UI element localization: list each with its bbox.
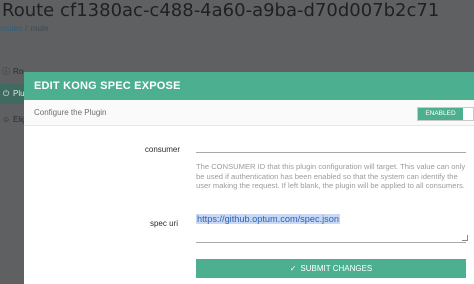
consumer-help-text: The CONSUMER ID that this plugin configu… [196,162,466,190]
sidebar-item-plugins[interactable]: ⏻Plugins [0,84,24,104]
sidebar-item-eligible-consumers[interactable]: ☺Eligible consumers [0,110,24,130]
sidebar-item-label: Plugins [13,89,24,98]
edit-plugin-modal: EDIT KONG SPEC EXPOSE Configure the Plug… [24,72,474,284]
enabled-toggle-label: ENABLED [418,108,463,120]
submit-label: SUBMIT CHANGES [300,264,373,273]
modal-title: EDIT KONG SPEC EXPOSE [24,72,474,100]
consumer-field[interactable] [196,140,466,153]
plug-icon: ⏻ [2,89,10,98]
check-icon: ✓ [289,264,297,273]
spec-uri-field[interactable]: https://github.optum.com/spec.json [196,213,468,243]
submit-changes-button[interactable]: ✓ SUBMIT CHANGES [196,259,466,278]
sidebar-item-label: Route Details [13,67,24,76]
spec-uri-value: https://github.optum.com/spec.json [196,214,340,224]
sidebar: ⓘRoute Details ⏻Plugins ☺Eligible consum… [0,58,24,284]
spec-uri-label: spec uri [149,219,178,228]
users-icon: ☺ [2,115,11,124]
enabled-toggle[interactable]: ENABLED [417,107,474,121]
info-icon: ⓘ [2,67,10,76]
sidebar-item-label: Eligible consumers [13,115,24,124]
sidebar-item-route-details[interactable]: ⓘRoute Details [0,62,24,82]
page-title: Route cf1380ac-c488-4a60-a9ba-d70d007b2c… [2,0,440,21]
resize-handle-icon[interactable] [462,235,468,241]
configure-row: Configure the Plugin ENABLED [24,100,474,126]
breadcrumb-current: route [30,24,49,33]
consumer-label: consumer [144,145,180,154]
breadcrumb: routes / route [0,24,49,33]
configure-label: Configure the Plugin [34,108,107,117]
breadcrumb-routes-link[interactable]: routes [0,24,22,33]
breadcrumb-separator: / [25,24,28,33]
